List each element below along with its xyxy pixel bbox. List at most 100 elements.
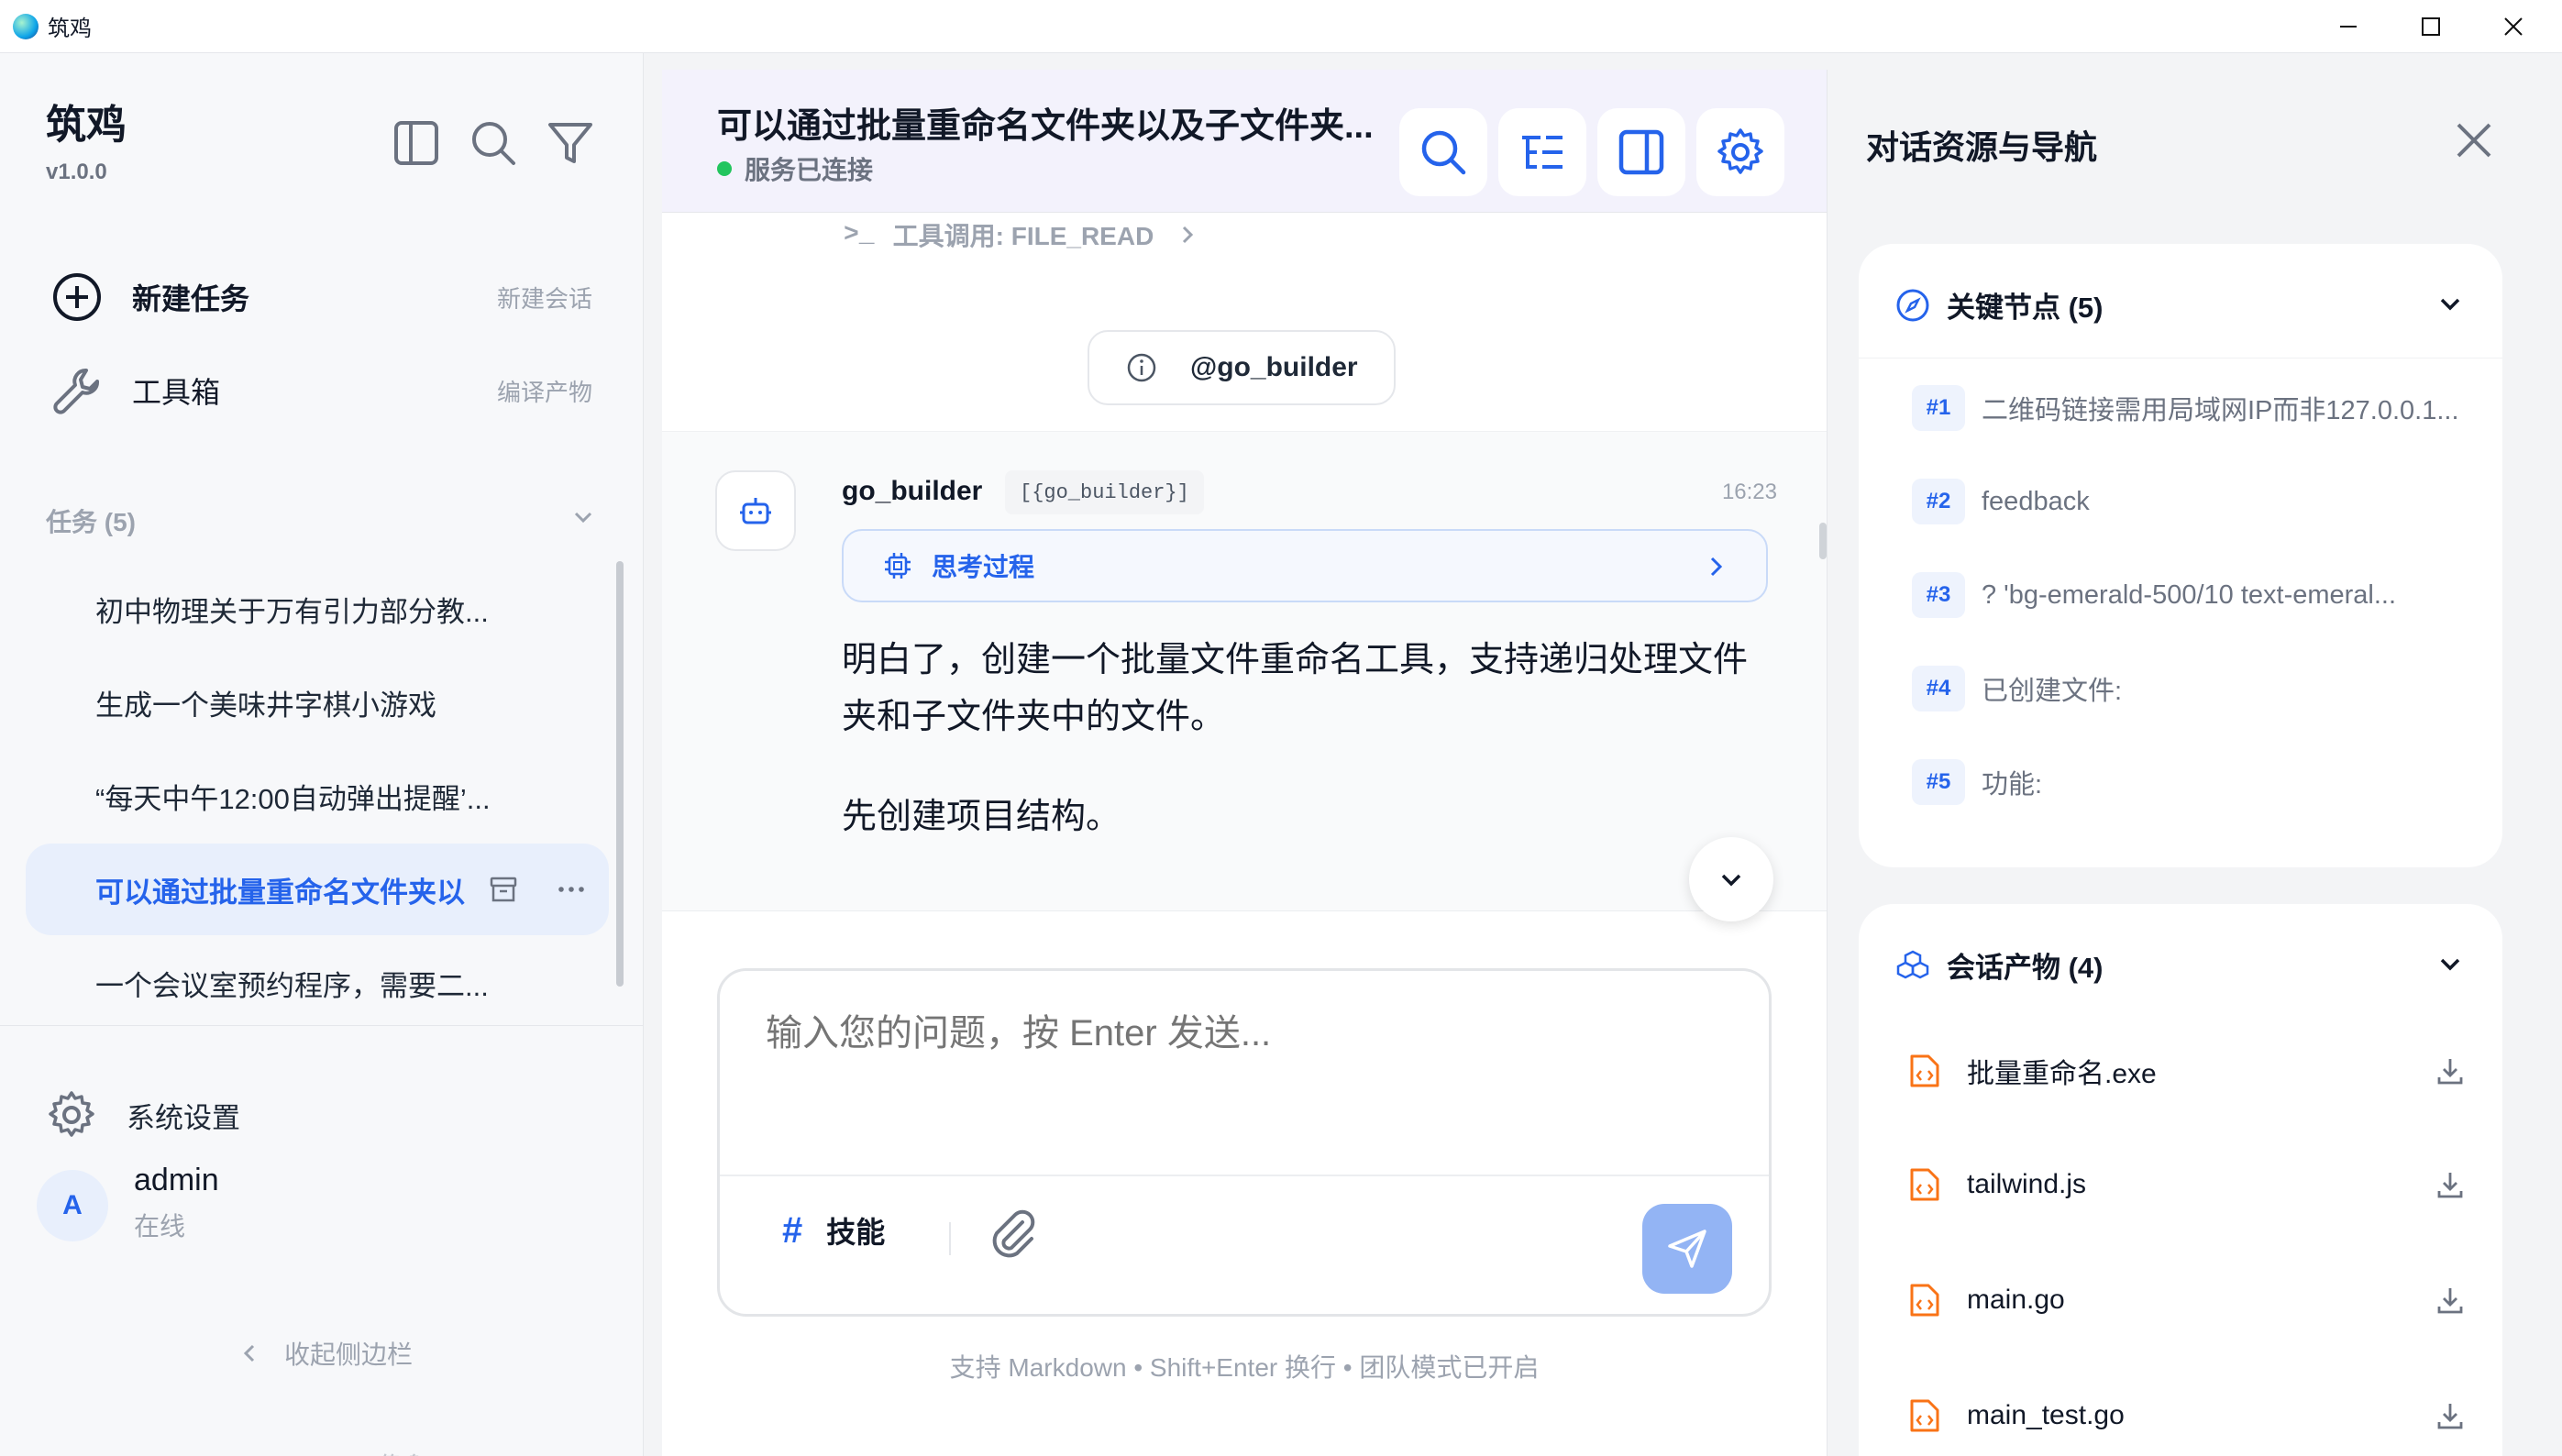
chevron-right-icon bbox=[1183, 226, 1194, 244]
archive-icon[interactable] bbox=[488, 874, 519, 905]
filter-icon bbox=[548, 123, 592, 163]
chat-scrollbar[interactable] bbox=[1819, 523, 1827, 559]
node-text: ? 'bg-emerald-500/10 text-emeral... bbox=[1982, 579, 2397, 610]
key-node-item[interactable]: #1 二维码链接需用局域网IP而非127.0.0.1... bbox=[1912, 385, 2459, 431]
scroll-to-bottom-button[interactable] bbox=[1689, 837, 1773, 921]
mention-pill[interactable]: @go_builder bbox=[1088, 330, 1396, 405]
message-input[interactable] bbox=[766, 1013, 1719, 1054]
message-time: 16:23 bbox=[1721, 480, 1777, 504]
tasks-header-label: 任务 (5) bbox=[46, 508, 137, 536]
key-nodes-title: 关键节点 (5) bbox=[1947, 292, 2104, 324]
artifact-name: main_test.go bbox=[1967, 1400, 2125, 1430]
chat-title: 可以通过批量重命名文件夹以及子文件夹... bbox=[717, 107, 1374, 146]
close-panel-button[interactable] bbox=[2451, 117, 2497, 168]
avatar[interactable]: A bbox=[37, 1170, 108, 1241]
key-node-item[interactable]: #2 feedback bbox=[1912, 479, 2090, 524]
tasks-header[interactable]: 任务 (5) bbox=[46, 502, 596, 539]
chevron-down-icon[interactable] bbox=[2436, 290, 2464, 317]
task-item[interactable]: 生成一个美味井字棋小游戏 bbox=[26, 656, 609, 748]
gear-icon bbox=[1717, 128, 1763, 174]
composer-hint: 支持 Markdown • Shift+Enter 换行 • 团队模式已开启 bbox=[949, 1353, 1540, 1382]
download-icon[interactable] bbox=[2435, 1400, 2466, 1431]
task-item-label: “每天中午12:00自动弹出提醒’... bbox=[95, 782, 491, 815]
chevron-left-icon bbox=[243, 1344, 255, 1362]
attach-button[interactable] bbox=[986, 1206, 1039, 1263]
settings-label: 系统设置 bbox=[127, 1101, 240, 1134]
panel-icon bbox=[1618, 129, 1664, 175]
new-task-button[interactable]: 新建任务 新建会话 bbox=[51, 260, 592, 334]
sidebar-toggle-button[interactable] bbox=[391, 117, 446, 172]
download-icon[interactable] bbox=[2435, 1169, 2466, 1200]
task-item[interactable]: 一个会议室预约程序，需要二... bbox=[26, 937, 609, 1029]
powered-by: POWERED BY 筑鸡 bbox=[0, 1449, 644, 1456]
panel-title: 对话资源与导航 bbox=[1866, 128, 2098, 166]
artifact-item[interactable]: main_test.go bbox=[1908, 1397, 2466, 1434]
chat-header: 可以通过批量重命名文件夹以及子文件夹... 服务已连接 bbox=[662, 70, 1827, 213]
brand-name: 筑鸡 bbox=[46, 103, 127, 148]
search-button[interactable] bbox=[468, 117, 523, 172]
key-nodes-card: 关键节点 (5) #1 二维码链接需用局域网IP而非127.0.0.1... #… bbox=[1859, 244, 2502, 867]
download-icon[interactable] bbox=[2435, 1285, 2466, 1316]
chat-settings-button[interactable] bbox=[1696, 108, 1784, 196]
artifact-item[interactable]: tailwind.js bbox=[1908, 1166, 2466, 1203]
settings-button[interactable]: 系统设置 bbox=[46, 1089, 240, 1141]
download-icon[interactable] bbox=[2435, 1055, 2466, 1086]
plus-circle-icon bbox=[53, 273, 101, 321]
key-node-item[interactable]: #3 ? 'bg-emerald-500/10 text-emeral... bbox=[1912, 572, 2396, 618]
task-item[interactable]: “每天中午12:00自动弹出提醒’... bbox=[26, 750, 609, 842]
window-titlebar: 筑鸡 bbox=[0, 0, 2562, 53]
connection-status-label: 服务已连接 bbox=[745, 156, 874, 184]
tool-call-row[interactable]: >_ 工具调用: FILE_READ bbox=[844, 216, 1199, 253]
message-text: 先创建项目结构。 bbox=[842, 798, 1121, 836]
search-messages-button[interactable] bbox=[1399, 108, 1487, 196]
artifact-item[interactable]: main.go bbox=[1908, 1282, 2466, 1318]
info-icon bbox=[1127, 353, 1156, 382]
toolbox-button[interactable]: 工具箱 编译产物 bbox=[51, 354, 592, 427]
resource-panel: 对话资源与导航 关键节点 (5) #1 二维码链接需用局域网IP而非127.0.… bbox=[1827, 70, 2562, 1456]
artifacts-header[interactable]: 会话产物 (4) bbox=[1895, 944, 2104, 986]
task-item-label: 一个会议室预约程序，需要二... bbox=[95, 969, 489, 1002]
cpu-icon bbox=[885, 553, 911, 579]
key-node-item[interactable]: #5 功能: bbox=[1912, 759, 2042, 805]
tool-call-label: 工具调用: FILE_READ bbox=[892, 222, 1154, 250]
close-window-button[interactable] bbox=[2472, 0, 2555, 53]
key-node-item[interactable]: #4 已创建文件: bbox=[1912, 666, 2122, 711]
mention-label: @go_builder bbox=[1190, 352, 1358, 382]
maximize-button[interactable] bbox=[2390, 0, 2472, 53]
boxes-icon bbox=[1896, 950, 1929, 978]
gear-icon bbox=[49, 1091, 94, 1137]
skills-button[interactable]: # 技能 bbox=[782, 1209, 885, 1252]
sidebar: 筑鸡 v1.0.0 新建任务 新建会话 工具箱 编译产物 任务 (5) 初中物理… bbox=[0, 53, 644, 1456]
code-file-icon bbox=[1910, 1054, 1939, 1087]
filter-button[interactable] bbox=[545, 117, 600, 172]
message-tag: [{go_builder}] bbox=[1005, 470, 1204, 514]
toggle-panel-button[interactable] bbox=[1597, 108, 1685, 196]
collapse-sidebar-button[interactable]: 收起侧边栏 bbox=[237, 1335, 413, 1372]
toolbox-hint: 编译产物 bbox=[496, 378, 592, 406]
sidebar-scrollbar[interactable] bbox=[616, 561, 624, 987]
bot-avatar bbox=[715, 470, 796, 551]
outline-button[interactable] bbox=[1498, 108, 1586, 196]
task-item-active[interactable]: 可以通过批量重命名文件夹以 bbox=[26, 844, 609, 935]
user-name: admin bbox=[134, 1163, 219, 1197]
thinking-toggle[interactable]: 思考过程 bbox=[842, 529, 1768, 602]
message-author: go_builder bbox=[842, 476, 983, 506]
hash-icon: # bbox=[782, 1209, 803, 1251]
task-item-label: 生成一个美味井字棋小游戏 bbox=[95, 689, 436, 722]
skills-label: 技能 bbox=[826, 1216, 886, 1249]
node-text: feedback bbox=[1982, 486, 2090, 516]
key-nodes-header[interactable]: 关键节点 (5) bbox=[1895, 284, 2104, 325]
artifact-item[interactable]: 批量重命名.exe bbox=[1908, 1051, 2466, 1091]
code-file-icon bbox=[1910, 1284, 1939, 1317]
send-button[interactable] bbox=[1642, 1204, 1732, 1294]
chevron-down-icon bbox=[1721, 874, 1741, 887]
artifacts-card: 会话产物 (4) 批量重命名.exe tailwind.js main.go m… bbox=[1859, 904, 2502, 1456]
node-text: 二维码链接需用局域网IP而非127.0.0.1... bbox=[1982, 396, 2459, 425]
more-icon[interactable] bbox=[556, 874, 587, 905]
minimize-button[interactable] bbox=[2307, 0, 2390, 53]
composer: # 技能 bbox=[717, 968, 1772, 1317]
task-item[interactable]: 初中物理关于万有引力部分教... bbox=[26, 563, 609, 655]
chevron-down-icon[interactable] bbox=[2436, 950, 2464, 977]
robot-icon bbox=[740, 498, 771, 524]
window-title: 筑鸡 bbox=[48, 17, 92, 41]
